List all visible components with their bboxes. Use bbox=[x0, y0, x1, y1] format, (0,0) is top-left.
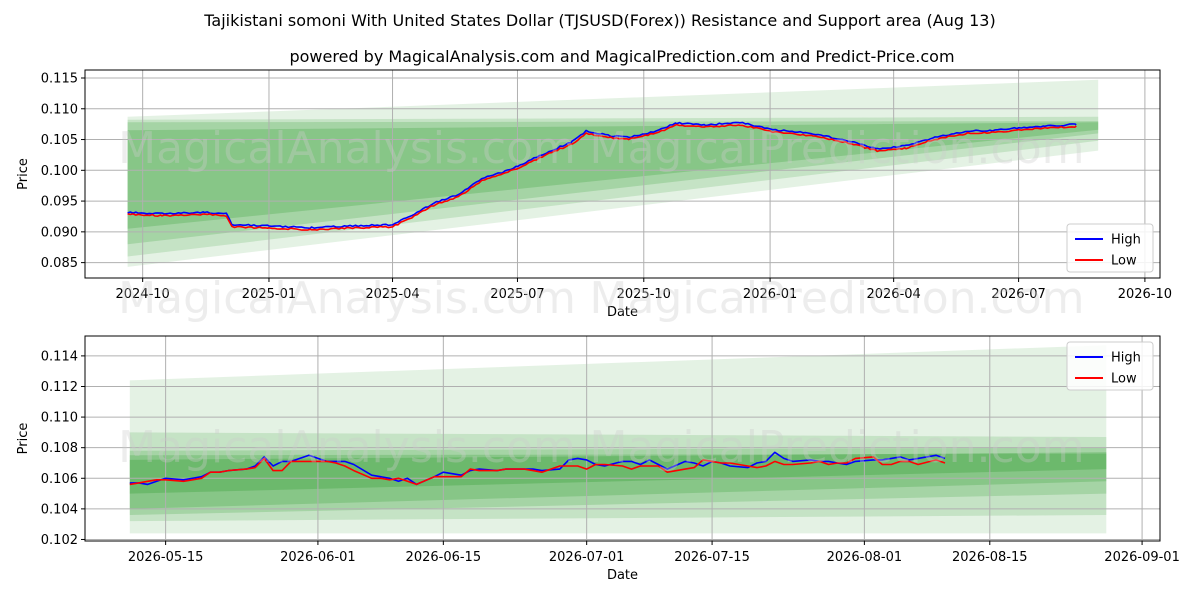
x-tick-label: 2026-08-01 bbox=[827, 550, 903, 565]
x-tick-label: 2026-09-01 bbox=[1104, 550, 1180, 565]
watermark-prediction-2: MagicalPrediction.com bbox=[590, 273, 1085, 324]
legend-label-high: High bbox=[1111, 351, 1141, 366]
y-axis-label: Price bbox=[16, 423, 31, 455]
y-tick-label: 0.104 bbox=[41, 502, 78, 517]
x-tick-label: 2026-05-15 bbox=[128, 550, 204, 565]
x-axis-label: Date bbox=[607, 568, 638, 583]
x-tick-label: 2026-06-15 bbox=[406, 550, 482, 565]
chart-title: Tajikistani somoni With United States Do… bbox=[203, 11, 995, 30]
y-tick-label: 0.110 bbox=[41, 411, 78, 426]
watermark-prediction: MagicalPrediction.com bbox=[590, 123, 1085, 174]
y-tick-label: 0.102 bbox=[41, 533, 78, 548]
legend-box bbox=[1066, 341, 1154, 391]
x-tick-label: 2026-10 bbox=[1118, 287, 1172, 302]
legend-label-low: Low bbox=[1111, 372, 1137, 387]
y-tick-label: 0.090 bbox=[41, 225, 78, 240]
legend: High Low bbox=[1066, 223, 1154, 273]
forecast-chart: Tajikistani somoni With United States Do… bbox=[16, 11, 1180, 583]
watermark-analysis-2: MagicalAnalysis.com bbox=[118, 273, 576, 324]
legend-box bbox=[1066, 223, 1154, 273]
y-tick-label: 0.108 bbox=[41, 441, 78, 456]
legend: High Low bbox=[1066, 341, 1154, 391]
y-tick-label: 0.114 bbox=[41, 349, 78, 364]
chart-subtitle: powered by MagicalAnalysis.com and Magic… bbox=[289, 47, 954, 66]
x-tick-label: 2026-07-15 bbox=[674, 550, 750, 565]
y-tick-label: 0.112 bbox=[41, 380, 78, 395]
x-tick-label: 2026-08-15 bbox=[952, 550, 1028, 565]
y-tick-label: 0.105 bbox=[41, 133, 78, 148]
y-tick-label: 0.085 bbox=[41, 256, 78, 271]
watermark-analysis-3: MagicalAnalysis.com bbox=[118, 422, 576, 473]
watermark-analysis: MagicalAnalysis.com bbox=[118, 123, 576, 174]
y-tick-label: 0.100 bbox=[41, 164, 78, 179]
x-tick-label: 2026-06-01 bbox=[280, 550, 356, 565]
y-tick-label: 0.095 bbox=[41, 195, 78, 210]
x-tick-label: 2026-07-01 bbox=[549, 550, 625, 565]
y-tick-label: 0.115 bbox=[41, 72, 78, 87]
y-axis-label: Price bbox=[16, 158, 31, 190]
y-tick-label: 0.110 bbox=[41, 102, 78, 117]
watermark-prediction-3: MagicalPrediction.com bbox=[590, 422, 1085, 473]
legend-label-high: High bbox=[1111, 233, 1141, 248]
y-tick-label: 0.106 bbox=[41, 472, 78, 487]
legend-label-low: Low bbox=[1111, 254, 1137, 269]
